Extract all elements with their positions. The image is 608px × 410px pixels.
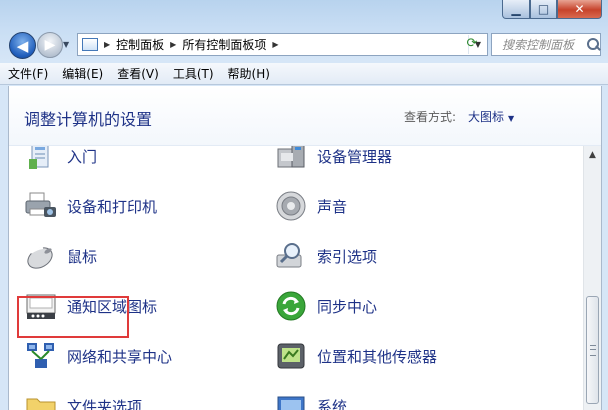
item-label: 入门 [67, 147, 98, 166]
view-by-value: 大图标 [468, 110, 505, 124]
content-pane: 调整计算机的设置 查看方式: 大图标 ▼ 入门 设备和打印机 鼠标 通知区域图标… [8, 86, 602, 410]
chevron-down-icon: ▼ [508, 114, 515, 123]
item-label: 位置和其他传感器 [317, 347, 438, 366]
menu-bar: 文件(F) 编辑(E) 查看(V) 工具(T) 帮助(H) [0, 63, 608, 85]
search-box[interactable] [491, 33, 601, 56]
chevron-right-icon[interactable]: ▶ [272, 40, 278, 49]
item-label: 同步中心 [317, 297, 378, 316]
item-label: 网络和共享中心 [67, 347, 173, 366]
search-input[interactable] [502, 37, 586, 52]
item-label: 系统 [317, 397, 348, 410]
view-by-label: 查看方式: [404, 110, 457, 124]
scroll-grip [590, 345, 596, 356]
item-sound[interactable]: 声音 [274, 188, 347, 224]
item-folder-options[interactable]: 文件夹选项 [24, 388, 142, 410]
item-mouse[interactable]: 鼠标 [24, 238, 97, 274]
minimize-button[interactable]: ▁ [502, 0, 530, 19]
item-label: 声音 [317, 197, 348, 216]
item-label: 索引选项 [317, 247, 378, 266]
control-panel-window: ▁ □ ✕ ◀ ▶ ▼ ▶ 控制面板 ▶ 所有控制面板项 ▶ ▼ ⟳ 文件(F)… [0, 0, 608, 410]
item-system[interactable]: 系统 [274, 388, 347, 410]
breadcrumb-all-items[interactable]: 所有控制面板项 [182, 36, 266, 53]
refresh-button[interactable]: ⟳ [459, 33, 485, 54]
item-devices-printers[interactable]: 设备和打印机 [24, 188, 157, 224]
folder-icon [24, 389, 58, 410]
chevron-right-icon[interactable]: ▶ [170, 40, 176, 49]
item-network-sharing[interactable]: 网络和共享中心 [24, 338, 172, 374]
history-dropdown-icon[interactable]: ▼ [63, 40, 69, 49]
device-manager-icon [274, 146, 308, 173]
item-label: 鼠标 [67, 247, 98, 266]
sensor-icon [274, 339, 308, 373]
printer-icon [24, 189, 58, 223]
scroll-thumb[interactable] [586, 296, 599, 404]
address-bar[interactable]: ▶ 控制面板 ▶ 所有控制面板项 ▶ ▼ [77, 33, 488, 56]
back-button[interactable]: ◀ [9, 32, 36, 59]
maximize-button[interactable]: □ [530, 0, 557, 19]
content-header: 调整计算机的设置 查看方式: 大图标 ▼ [9, 86, 601, 146]
navigation-bar: ◀ ▶ ▼ ▶ 控制面板 ▶ 所有控制面板项 ▶ ▼ ⟳ [0, 28, 608, 62]
vertical-scrollbar[interactable]: ▲ [583, 146, 601, 410]
forward-button[interactable]: ▶ [37, 32, 63, 58]
scroll-up-arrow-icon[interactable]: ▲ [584, 146, 601, 163]
menu-help[interactable]: 帮助(H) [228, 64, 270, 83]
breadcrumb-control-panel[interactable]: 控制面板 [116, 36, 164, 53]
indexing-icon [274, 239, 308, 273]
item-label: 文件夹选项 [67, 397, 143, 410]
page-title: 调整计算机的设置 [24, 110, 153, 129]
item-device-manager[interactable]: 设备管理器 [274, 146, 392, 174]
control-panel-items: 入门 设备和打印机 鼠标 通知区域图标 网络和共享中心 文件夹选项 设备管理器 … [9, 146, 583, 410]
getting-started-icon [24, 146, 58, 173]
item-location-sensors[interactable]: 位置和其他传感器 [274, 338, 437, 374]
item-sync-center[interactable]: 同步中心 [274, 288, 377, 324]
menu-edit[interactable]: 编辑(E) [62, 64, 103, 83]
mouse-icon [24, 239, 58, 273]
item-indexing-options[interactable]: 索引选项 [274, 238, 377, 274]
close-button[interactable]: ✕ [557, 0, 602, 19]
item-getting-started[interactable]: 入门 [24, 146, 97, 174]
refresh-icon: ⟳ [466, 36, 478, 51]
speaker-icon [274, 189, 308, 223]
item-label: 设备和打印机 [67, 197, 158, 216]
sync-icon [274, 289, 308, 323]
system-icon [274, 389, 308, 410]
item-label: 设备管理器 [317, 147, 393, 166]
selection-highlight [17, 296, 129, 338]
menu-tools[interactable]: 工具(T) [173, 64, 214, 83]
chevron-right-icon[interactable]: ▶ [104, 40, 110, 49]
control-panel-icon [82, 38, 98, 51]
menu-file[interactable]: 文件(F) [8, 64, 48, 83]
network-icon [24, 339, 58, 373]
search-icon[interactable] [586, 37, 600, 52]
window-controls: ▁ □ ✕ [502, 0, 602, 19]
menu-view[interactable]: 查看(V) [117, 64, 159, 83]
view-by-dropdown[interactable]: 大图标 ▼ [468, 108, 514, 125]
